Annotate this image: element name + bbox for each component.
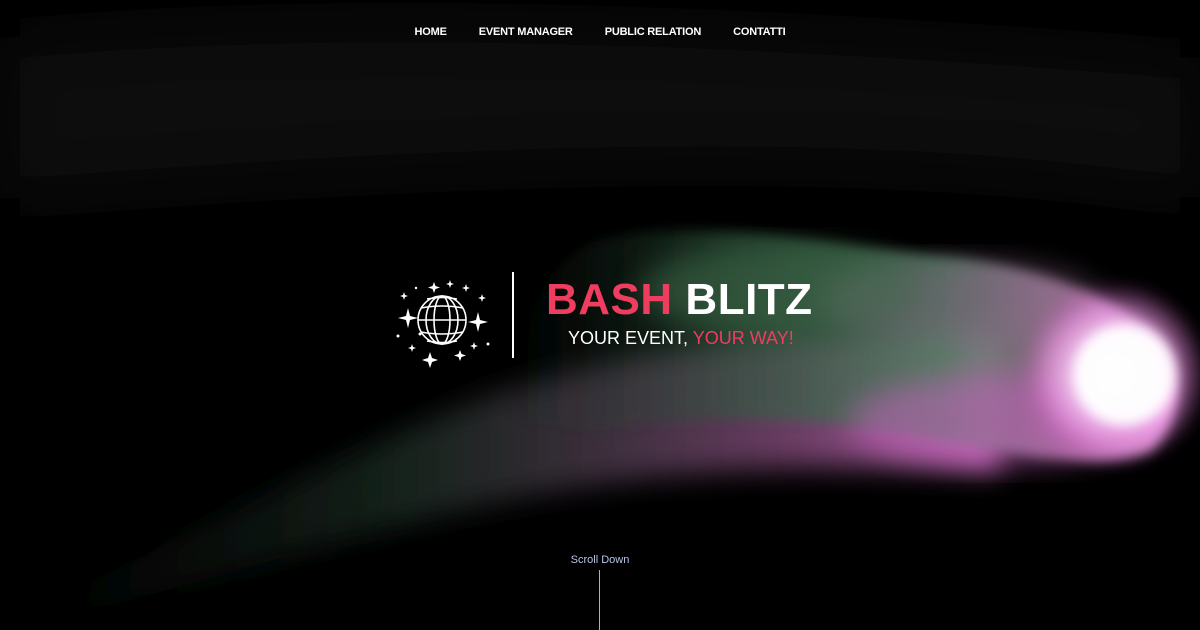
nav-home[interactable]: HOME bbox=[415, 26, 447, 38]
brand-tagline: YOUR EVENT, YOUR WAY! bbox=[568, 329, 794, 347]
tagline-your-event: YOUR EVENT, bbox=[568, 328, 689, 348]
scroll-down-link[interactable]: Scroll Down bbox=[560, 554, 640, 566]
brand-title-blitz: BLITZ bbox=[685, 275, 813, 324]
brand-title: BASH BLITZ bbox=[546, 278, 813, 322]
brand-logo: BASH BLITZ YOUR EVENT, YOUR WAY! bbox=[390, 268, 850, 368]
tagline-your-way: YOUR WAY! bbox=[692, 328, 794, 348]
main-nav: HOME EVENT MANAGER PUBLIC RELATION CONTA… bbox=[0, 26, 1200, 38]
nav-public-relation[interactable]: PUBLIC RELATION bbox=[605, 26, 702, 38]
logo-divider bbox=[512, 272, 514, 358]
disco-ball-icon bbox=[396, 280, 490, 368]
scroll-down-line bbox=[599, 570, 600, 630]
nav-contatti[interactable]: CONTATTI bbox=[733, 26, 786, 38]
brand-title-bash: BASH bbox=[546, 275, 673, 324]
hero-section: HOME EVENT MANAGER PUBLIC RELATION CONTA… bbox=[0, 0, 1200, 630]
nav-event-manager[interactable]: EVENT MANAGER bbox=[479, 26, 573, 38]
